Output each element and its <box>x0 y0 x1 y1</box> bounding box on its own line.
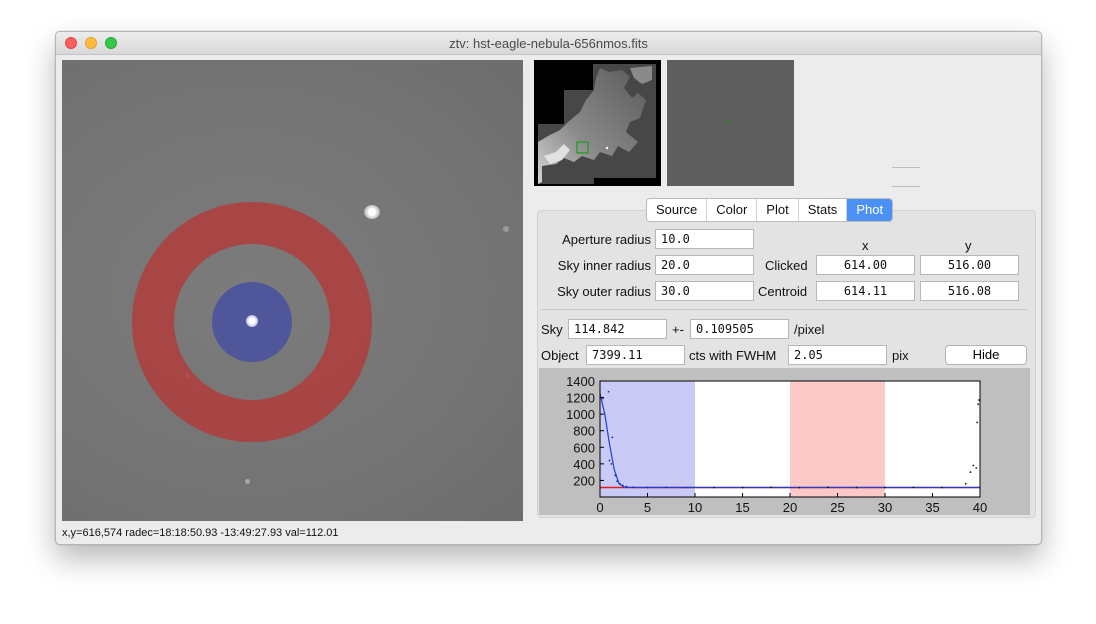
centroid-x-field[interactable]: 614.11 <box>816 281 915 301</box>
aperture-radius-label: Aperture radius <box>562 232 651 247</box>
main-image-canvas[interactable] <box>62 60 523 521</box>
crosshair-icon: × <box>725 118 731 129</box>
data-point <box>741 486 744 489</box>
x-tick-label: 15 <box>735 500 749 515</box>
x-tick-label: 5 <box>644 500 651 515</box>
data-point <box>884 486 886 489</box>
overview-panel[interactable] <box>534 60 661 186</box>
x-tick-label: 30 <box>878 500 892 515</box>
data-point <box>770 486 772 489</box>
y-tick-label: 1000 <box>566 407 595 422</box>
star <box>364 205 380 219</box>
data-point <box>912 486 915 489</box>
data-point <box>607 390 610 393</box>
sky-label: Sky <box>541 322 563 337</box>
data-point <box>969 471 972 474</box>
aperture-radius-input[interactable]: 10.0 <box>655 229 754 249</box>
data-point <box>713 486 715 489</box>
cts-fwhm-label: cts with FWHM <box>689 348 777 363</box>
object-value-field[interactable]: 7399.11 <box>586 345 685 365</box>
y-tick-label: 1200 <box>566 391 595 406</box>
data-point <box>977 403 979 406</box>
centroid-y-field[interactable]: 516.08 <box>920 281 1019 301</box>
data-point <box>972 464 975 467</box>
tab-phot[interactable]: Phot <box>847 199 893 221</box>
data-point <box>798 486 801 489</box>
separator <box>541 309 1027 310</box>
data-point <box>827 486 829 489</box>
y-tick-label: 200 <box>573 473 595 488</box>
data-point <box>646 486 649 489</box>
data-point <box>665 486 668 489</box>
aperture-band <box>600 381 695 497</box>
sky-value-field[interactable]: 114.842 <box>568 319 667 339</box>
data-point <box>616 480 618 483</box>
data-point <box>975 467 978 469</box>
clicked-x-field[interactable]: 614.00 <box>816 255 915 275</box>
tab-bar: Source Color Plot Stats Phot <box>646 198 894 222</box>
radial-profile-plot[interactable]: 0 5 10 15 20 25 30 35 40 200 400 600 800 1000 1200 1400 <box>539 368 1030 515</box>
y-tick-label: 1400 <box>566 374 595 389</box>
sky-outer-radius-input[interactable]: 30.0 <box>655 281 754 301</box>
radial-profile-chart: 0 5 10 15 20 25 30 35 40 200400 600800 10001200 1400 <box>566 374 987 515</box>
data-point <box>855 486 858 489</box>
data-point <box>614 474 617 477</box>
star <box>503 226 509 232</box>
sky-outer-radius-label: Sky outer radius <box>557 284 651 299</box>
data-point <box>684 486 687 489</box>
y-column-header: y <box>965 238 972 253</box>
tab-plot[interactable]: Plot <box>757 199 799 221</box>
title-bar[interactable]: ztv: hst-eagle-nebula-656nmos.fits <box>56 32 1041 55</box>
tab-color[interactable]: Color <box>707 199 758 221</box>
app-window: ztv: hst-eagle-nebula-656nmos.fits × Sou… <box>55 31 1042 545</box>
object-label: Object <box>541 348 579 363</box>
sky-band <box>790 381 885 497</box>
target-star <box>246 315 258 327</box>
overview-image <box>538 64 656 184</box>
x-tick-label: 40 <box>973 500 987 515</box>
data-point <box>621 484 624 487</box>
per-pixel-label: /pixel <box>794 322 825 337</box>
data-point <box>941 486 943 489</box>
data-point <box>964 482 967 485</box>
divider <box>892 186 920 187</box>
x-tick-label: 10 <box>688 500 702 515</box>
zoom-panel[interactable]: × <box>667 60 794 186</box>
sky-inner-radius-label: Sky inner radius <box>557 258 651 273</box>
data-point <box>610 462 613 465</box>
data-point <box>632 486 635 489</box>
sky-error-field[interactable]: 0.109505 <box>690 319 789 339</box>
centroid-label: Centroid <box>758 284 808 299</box>
tab-source[interactable]: Source <box>647 199 708 221</box>
y-tick-label: 400 <box>573 457 595 472</box>
divider <box>892 167 920 168</box>
data-point <box>611 436 614 439</box>
y-tick-label: 800 <box>573 424 595 439</box>
plus-minus-label: +- <box>672 322 684 337</box>
x-tick-label: 25 <box>830 500 844 515</box>
x-tick-label: 20 <box>783 500 797 515</box>
fwhm-field[interactable]: 2.05 <box>788 345 887 365</box>
star <box>245 479 250 484</box>
sky-inner-radius-input[interactable]: 20.0 <box>655 255 754 275</box>
clicked-label: Clicked <box>765 258 808 273</box>
x-tick-label: 0 <box>596 500 603 515</box>
data-point <box>625 485 628 488</box>
data-point <box>976 421 979 424</box>
y-tick-label: 600 <box>573 440 595 455</box>
pix-label: pix <box>892 348 909 363</box>
clicked-y-field[interactable]: 516.00 <box>920 255 1019 275</box>
x-tick-label: 35 <box>925 500 939 515</box>
hide-button[interactable]: Hide <box>945 345 1027 365</box>
x-column-header: x <box>862 238 869 253</box>
status-bar: x,y=616,574 radec=18:18:50.93 -13:49:27.… <box>62 527 339 539</box>
data-point <box>619 482 621 485</box>
window-title: ztv: hst-eagle-nebula-656nmos.fits <box>449 36 648 51</box>
data-point <box>608 459 611 462</box>
tab-stats[interactable]: Stats <box>799 199 848 221</box>
